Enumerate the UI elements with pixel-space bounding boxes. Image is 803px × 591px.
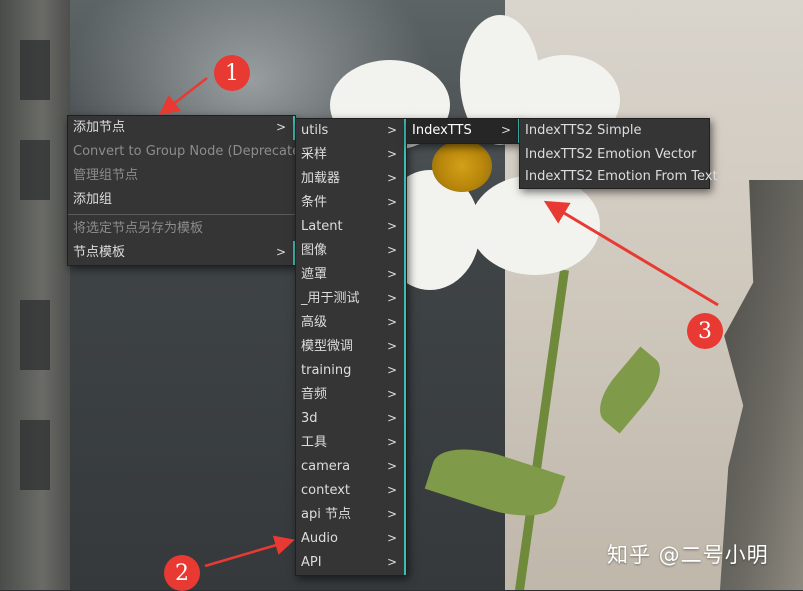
menu-item-label: Convert to Group Node (Deprecated): [73, 144, 314, 159]
menu-item-label: camera: [301, 459, 351, 474]
menu-item-label: 添加组: [73, 192, 113, 207]
menu-item-indextts[interactable]: IndexTTS >: [407, 119, 520, 143]
menu-item-label: Audio: [301, 531, 338, 546]
menu-item-context[interactable]: context >: [296, 479, 406, 503]
menu-item-mask[interactable]: 遮罩 >: [296, 263, 406, 287]
menu-item-label: IndexTTS2 Emotion From Text: [525, 169, 718, 184]
menu-item-label: context: [301, 483, 350, 498]
menu-item-label: 高级: [301, 315, 328, 330]
indextts-submenu: IndexTTS2 Simple IndexTTS2 Emotion Vecto…: [519, 118, 718, 189]
menu-item-indextts2-simple[interactable]: IndexTTS2 Simple: [520, 119, 709, 143]
menu-item-audio[interactable]: Audio >: [296, 527, 406, 551]
menu-item-image[interactable]: 图像 >: [296, 239, 406, 263]
menu-item-label: 音频: [301, 387, 328, 402]
menu-item-save-as-template[interactable]: 将选定节点另存为模板: [68, 217, 295, 241]
menu-item-node-templates[interactable]: 节点模板 >: [68, 241, 295, 265]
chevron-right-icon: >: [386, 267, 397, 281]
menu-item-label: 节点模板: [73, 245, 126, 260]
menu-item-label: api 节点: [301, 507, 351, 522]
menu-item-label: API: [301, 555, 322, 570]
chevron-right-icon: >: [500, 123, 511, 137]
context-menu: 添加节点 > Convert to Group Node (Deprecated…: [67, 115, 313, 266]
menu-item-label: IndexTTS2 Simple: [525, 123, 642, 138]
category-submenu: utils > 采样 > 加载器 > 条件 > Latent > 图像 > 遮罩 > _用于测…: [295, 118, 407, 576]
menu-item-training[interactable]: training >: [296, 359, 406, 383]
menu-item-label: 采样: [301, 147, 328, 162]
menu-item-label: IndexTTS: [412, 123, 472, 138]
menu-item-add-node[interactable]: 添加节点 >: [68, 116, 295, 140]
chevron-right-icon: >: [386, 315, 397, 329]
menu-item-label: IndexTTS2 Emotion Vector: [525, 146, 697, 162]
chevron-right-icon: >: [386, 219, 397, 233]
flower-center: [432, 140, 492, 192]
chevron-right-icon: >: [275, 120, 286, 134]
chevron-right-icon: >: [386, 243, 397, 257]
chevron-right-icon: >: [386, 483, 397, 497]
annotation-badge-2: 2: [164, 555, 200, 591]
menu-item-label: training: [301, 363, 352, 378]
menu-item-label: 条件: [301, 195, 328, 210]
menu-item-label: 模型微调: [301, 339, 354, 354]
utils-submenu: IndexTTS >: [406, 118, 521, 144]
menu-item-utils[interactable]: utils >: [296, 119, 406, 143]
menu-item-label: 将选定节点另存为模板: [73, 221, 204, 236]
menu-item-convert-to-group-node[interactable]: Convert to Group Node (Deprecated): [68, 140, 313, 164]
menu-item-conditioning[interactable]: 条件 >: [296, 191, 406, 215]
menu-separator: [68, 214, 295, 215]
menu-item-label: 3d: [301, 411, 318, 426]
petal: [470, 175, 600, 275]
menu-item-label: 遮罩: [301, 267, 328, 282]
menu-item-label: 工具: [301, 435, 328, 450]
menu-item-label: 图像: [301, 243, 328, 258]
chevron-right-icon: >: [275, 245, 286, 259]
menu-item-3d[interactable]: 3d >: [296, 407, 406, 431]
chevron-right-icon: >: [386, 291, 397, 305]
menu-item-loaders[interactable]: 加载器 >: [296, 167, 406, 191]
chevron-right-icon: >: [386, 387, 397, 401]
menu-item-model-finetune[interactable]: 模型微调 >: [296, 335, 406, 359]
chevron-right-icon: >: [386, 411, 397, 425]
chevron-right-icon: >: [386, 507, 397, 521]
menu-item-sampling[interactable]: 采样 >: [296, 143, 406, 167]
menu-item-advanced[interactable]: 高级 >: [296, 311, 406, 335]
chevron-right-icon: >: [386, 363, 397, 377]
chevron-right-icon: >: [386, 123, 397, 137]
menu-item-label: utils: [301, 123, 329, 138]
menu-item-manage-group-nodes[interactable]: 管理组节点: [68, 164, 295, 188]
menu-item-label: 管理组节点: [73, 168, 139, 183]
menu-item-indextts2-emotion-vector[interactable]: IndexTTS2 Emotion Vector: [520, 143, 709, 166]
annotation-badge-3: 3: [687, 313, 723, 349]
menu-item-api-nodes[interactable]: api 节点 >: [296, 503, 406, 527]
menu-item-label: _用于测试: [301, 291, 360, 306]
chevron-right-icon: >: [386, 339, 397, 353]
menu-item-camera[interactable]: camera >: [296, 455, 406, 479]
menu-item-for-testing[interactable]: _用于测试 >: [296, 287, 406, 311]
watermark: 知乎 @二号小明: [607, 543, 769, 567]
menu-item-api[interactable]: API >: [296, 551, 406, 575]
annotation-badge-1: 1: [214, 55, 250, 91]
menu-item-label: 添加节点: [73, 120, 126, 135]
menu-item-indextts2-emotion-from-text[interactable]: IndexTTS2 Emotion From Text: [520, 166, 718, 188]
chevron-right-icon: >: [386, 435, 397, 449]
menu-item-latent[interactable]: Latent >: [296, 215, 406, 239]
menu-item-label: 加载器: [301, 171, 341, 186]
chevron-right-icon: >: [386, 147, 397, 161]
chevron-right-icon: >: [386, 531, 397, 545]
building-facade: [0, 0, 70, 590]
chevron-right-icon: >: [386, 195, 397, 209]
menu-item-add-group[interactable]: 添加组: [68, 188, 295, 212]
menu-item-label: Latent: [301, 219, 343, 234]
menu-item-audio-cn[interactable]: 音频 >: [296, 383, 406, 407]
chevron-right-icon: >: [386, 171, 397, 185]
menu-item-tools[interactable]: 工具 >: [296, 431, 406, 455]
chevron-right-icon: >: [386, 555, 397, 569]
chevron-right-icon: >: [386, 459, 397, 473]
